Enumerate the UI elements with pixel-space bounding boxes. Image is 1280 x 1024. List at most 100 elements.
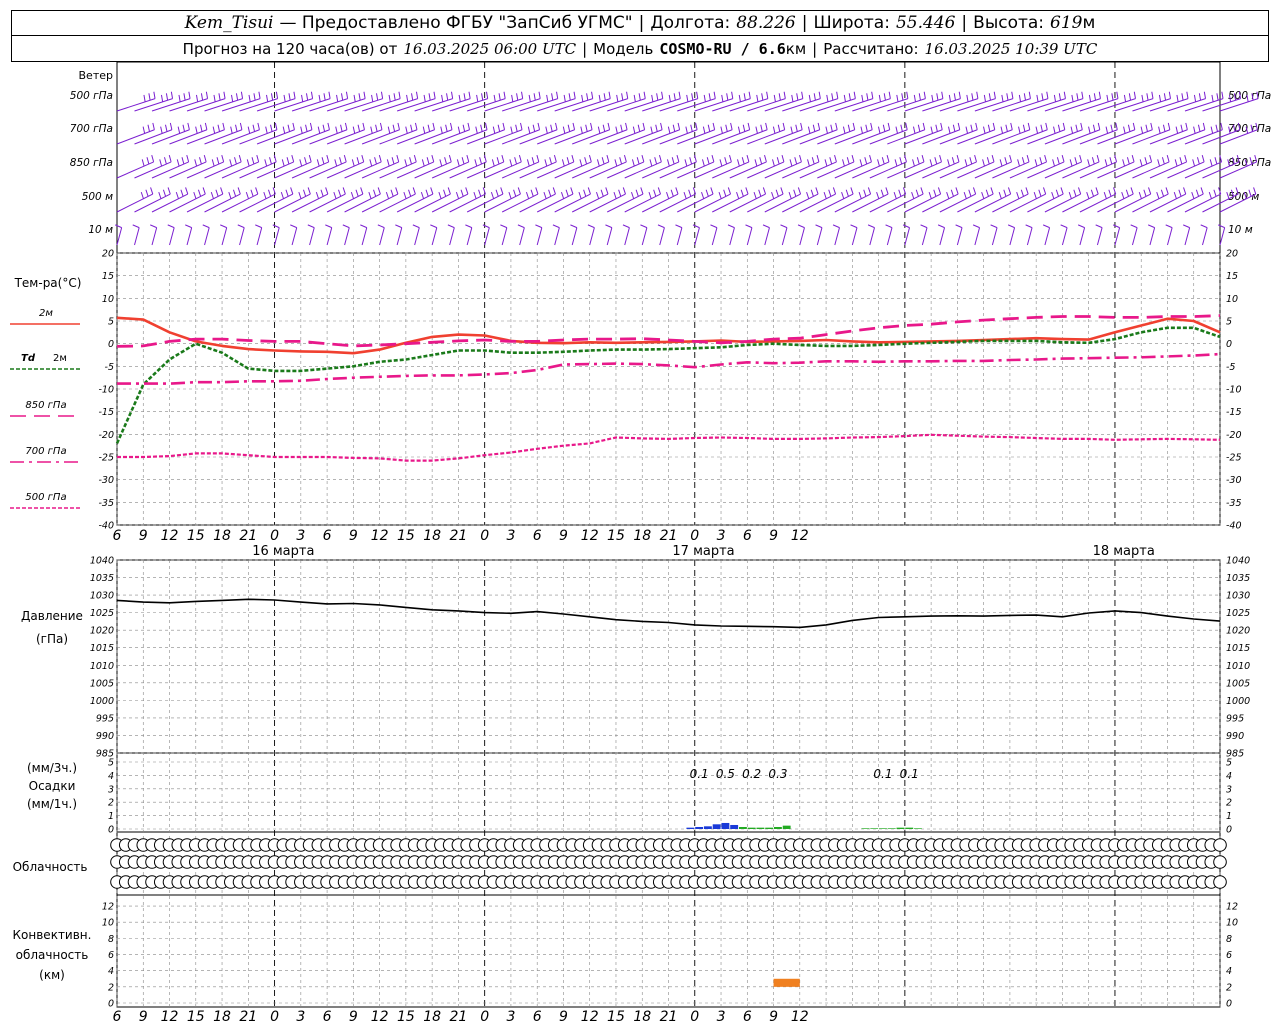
wind-barb-tick (843, 94, 846, 102)
wind-barb-tick (205, 91, 209, 99)
wind-barb-tick (551, 93, 554, 101)
precip-bar (738, 826, 747, 829)
wind-barb-tick (711, 155, 715, 163)
wind-barb-tick (923, 91, 926, 99)
wind-barb-tick (946, 191, 950, 199)
wind-barb-tick (712, 122, 716, 130)
pressure-unit: (гПа) (36, 632, 68, 646)
wind-barb-tick (631, 191, 635, 199)
wind-barb-shaft (151, 129, 190, 145)
wind-barb-tick (1033, 191, 1037, 199)
wind-barb-shaft (1132, 161, 1170, 179)
wind-barb-shaft (484, 98, 523, 112)
pressure-tick-left: 1025 (90, 608, 114, 619)
wind-barb-tick (831, 93, 834, 101)
wind-barb-tick (1192, 159, 1196, 167)
wind-barb-tick (1098, 91, 1101, 99)
wind-barb-tick (1038, 189, 1042, 197)
wind-barb-shaft (782, 193, 819, 213)
wind-barb-shaft (186, 227, 193, 246)
wind-barb-shaft (642, 193, 679, 213)
wind-barb-shaft (764, 129, 803, 145)
wind-barb-tick (317, 126, 321, 134)
wind-barb-tick (248, 94, 251, 102)
wind-barb-tick (1148, 187, 1152, 195)
wind-barb-tick (456, 159, 460, 167)
wind-barb-tick (395, 224, 402, 229)
wind-barb-tick (462, 124, 466, 132)
wind-barb-shaft (431, 227, 438, 246)
wind-barb-shaft (624, 161, 662, 179)
wind-barb-tick (587, 187, 591, 195)
wind-barb-shaft (694, 161, 732, 179)
wind-barb-tick (737, 159, 740, 167)
wind-barb-tick (1007, 187, 1012, 195)
wind-barb-shaft (291, 98, 331, 112)
wind-barb-tick (327, 122, 330, 130)
wind-barb-tick (132, 224, 140, 229)
wind-barb-shaft (414, 193, 451, 213)
wind-barb-tick (253, 93, 256, 101)
wind-barb-tick (405, 126, 408, 134)
wind-barb-tick (513, 189, 517, 197)
wind-barb-tick (1000, 126, 1004, 134)
wind-barb-tick (299, 159, 303, 167)
wind-barb-tick (615, 126, 618, 134)
wind-barb-shaft (221, 227, 228, 246)
wind-barb-shaft (869, 98, 909, 112)
wind-barb-tick (1044, 155, 1048, 163)
wind-barb-shaft (1009, 161, 1047, 179)
wind-barb-shaft (519, 129, 558, 145)
wind-barb-tick (1105, 126, 1109, 134)
wind-barb-tick (1074, 157, 1078, 165)
wind-barb-shaft (642, 129, 680, 145)
wind-barb-shaft (694, 193, 731, 213)
wind-barb-shaft (1062, 98, 1101, 112)
wind-barb-tick (392, 124, 396, 132)
wind-barb-shaft (169, 129, 208, 145)
wind-barb-tick (869, 155, 872, 163)
wind-barb-tick (683, 191, 687, 199)
wind-barb-tick (336, 94, 339, 102)
wind-barb-tick (1151, 91, 1154, 99)
wind-barb-shaft (677, 161, 715, 179)
wind-barb-shaft (729, 227, 735, 246)
wind-barb-tick (450, 91, 454, 99)
wind-barb-tick (1186, 91, 1189, 99)
wind-barb-tick (707, 124, 711, 132)
wind-barb-tick (195, 94, 199, 102)
precip-bar (773, 826, 782, 829)
wind-barb-tick (981, 191, 985, 199)
wind-barb-tick (605, 224, 613, 229)
wind-barb-shaft (712, 193, 749, 213)
wind-barb-shaft (1149, 161, 1187, 179)
wind-barb-shaft (449, 129, 488, 145)
wind-barb-shaft (1132, 98, 1171, 112)
wind-barb-shaft (624, 227, 630, 246)
wind-barb-shaft (221, 193, 259, 213)
wind-barb-tick (353, 94, 356, 102)
wind-barb-tick (237, 187, 241, 195)
wind-barb-shaft (537, 98, 576, 112)
time-tick-label: 9 (769, 1009, 778, 1024)
legend-2m-label: 2м (39, 308, 53, 319)
wind-barb-tick (796, 93, 799, 101)
wind-barb-tick (1221, 91, 1224, 99)
wind-barb-shaft (554, 193, 591, 213)
wind-barb-tick (503, 91, 506, 99)
wind-barb-shaft (782, 98, 821, 112)
wind-barb-tick (1055, 189, 1060, 197)
wind-barb-tick (633, 94, 636, 102)
wind-barb-tick (781, 155, 785, 163)
pressure-tick-right: 1010 (1226, 661, 1250, 672)
wind-barb-shaft (467, 98, 506, 112)
wind-barb-tick (917, 124, 921, 132)
wind-barb-tick (886, 155, 890, 163)
wind-barb-shaft (309, 227, 315, 246)
wind-barb-tick (1079, 155, 1083, 163)
wind-barb-tick (877, 126, 881, 134)
wind-barb-shaft (326, 227, 333, 246)
wind-barb-tick (791, 94, 794, 102)
wind-barb-tick (496, 157, 500, 165)
day-label: 16 марта (252, 544, 314, 559)
